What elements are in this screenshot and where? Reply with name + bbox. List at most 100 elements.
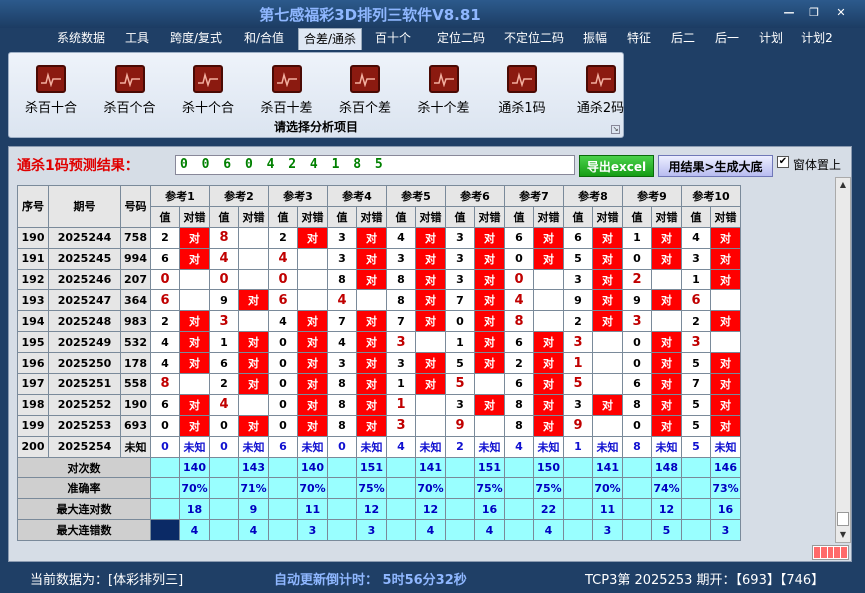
stat-value: 146 (710, 456, 741, 479)
stat-label: 对次数 (17, 456, 151, 479)
prediction-row[interactable]: 200 2025254 未知 0 未知 0 未知 6 未知 0 未知 4 未知 2 未知 4 未知 1 未知 8 未知 5… (17, 435, 741, 458)
ref-result-hit: 对 (356, 247, 387, 270)
maximize-button[interactable]: ❐ (805, 6, 823, 19)
ref-value: 1 (622, 226, 652, 249)
ref-result-hit: 对 (356, 352, 387, 375)
table-row[interactable]: 195 2025249 532 4 对 1 对 0 对 4 对 3 1 对 6 对 3 0 对 3 (17, 331, 741, 354)
table-row[interactable]: 194 2025248 983 2 对 3 4 对 7 对 7 对 0 对 8 2 对 3 2 对 (17, 310, 741, 333)
ref-result-hit: 对 (297, 331, 328, 354)
header-value: 值 (327, 205, 357, 228)
menu-item-5[interactable]: 合差/通杀 (298, 28, 362, 50)
ref-value: 5 (681, 414, 711, 437)
menu-item-9[interactable]: 振幅 (576, 28, 614, 50)
menu-bar: 系统数据 工具 跨度/复式 和/合值 合差/通杀 百十个 定位二码 不定位二码 振幅 特征 后二 后一… (0, 28, 865, 50)
menu-item-1[interactable]: 系统数据 (50, 28, 112, 50)
ref-result-hit: 对 (297, 226, 328, 249)
stat-value: 12 (356, 498, 387, 521)
menu-item-13[interactable]: 计划 (752, 28, 790, 50)
ref-result-hit: 对 (710, 373, 741, 395)
ref-result-hit: 对 (474, 247, 505, 270)
row-seq: 191 (17, 247, 49, 270)
ribbon-launcher-icon[interactable]: ↘ (611, 125, 620, 134)
ref-value: 8 (504, 310, 534, 333)
ribbon-button-2[interactable]: 杀百个合 (94, 65, 166, 121)
ref-value: 3 (445, 247, 475, 270)
scroll-thumb[interactable] (837, 512, 849, 526)
header-ref: 参考1 (150, 185, 210, 207)
menu-item-14[interactable]: 计划2 (796, 28, 838, 50)
stat-value: 16 (710, 498, 741, 521)
header-ref: 参考7 (504, 185, 564, 207)
ribbon-button-4[interactable]: 杀百十差 (251, 65, 323, 121)
vertical-scrollbar[interactable]: ▲ ▼ (835, 177, 851, 543)
row-seq: 200 (17, 435, 49, 458)
stat-spacer (327, 498, 357, 521)
stat-spacer (268, 477, 298, 500)
row-seq: 195 (17, 331, 49, 354)
menu-item-10[interactable]: 特征 (620, 28, 658, 50)
ref-result-hit: 对 (356, 226, 387, 249)
stat-value: 73% (710, 477, 741, 500)
ribbon-button-7[interactable]: 通杀1码 (486, 65, 558, 121)
minimize-button[interactable]: — (780, 6, 798, 19)
table-row[interactable]: 190 2025244 758 2 对 8 2 对 3 对 4 对 3 对 6 对 6 对 1 对 4 对 (17, 226, 741, 249)
ribbon-button-1[interactable]: 杀百十合 (15, 65, 87, 121)
table-row[interactable]: 197 2025251 558 8 2 对 0 对 8 对 1 对 5 6 对 5 6 对 7 对 (17, 373, 741, 395)
ref-value: 8 (209, 226, 239, 249)
menu-item-6[interactable]: 百十个 (372, 28, 414, 50)
stat-row: 准确率 70% 71% 70% 75% 70% 75% 75% 70% 74% 73% (17, 477, 741, 500)
ref-result-hit: 对 (710, 247, 741, 270)
stat-spacer (150, 456, 180, 479)
ref-value: 0 (268, 352, 298, 375)
menu-item-7[interactable]: 定位二码 (429, 28, 493, 50)
table-row[interactable]: 192 2025246 207 0 0 0 8 对 8 对 3 对 0 3 对 2 1 对 (17, 268, 741, 291)
menu-item-11[interactable]: 后二 (664, 28, 702, 50)
row-seq: 194 (17, 310, 49, 333)
export-excel-button[interactable]: 导出excel (579, 155, 654, 177)
table-row[interactable]: 199 2025253 693 0 对 0 对 0 对 8 对 3 9 8 对 9 0 对 5 对 (17, 414, 741, 437)
close-button[interactable]: ✕ (832, 6, 850, 19)
ref-result-miss (238, 247, 269, 270)
status-latest-draw: TCP3第 2025253 期开：【693】【746】 (585, 573, 825, 588)
menu-item-4[interactable]: 和/合值 (236, 28, 292, 50)
ref-result-miss (710, 289, 741, 312)
stat-spacer (268, 519, 298, 542)
analysis-table: 序号 期号 号码 参考1 参考2 参考3 参考4 参考5 参考6 参考7 参考8 参考9 参考10 值对错… (17, 185, 741, 542)
stat-spacer (622, 519, 652, 542)
app-title: 第七感福彩3D排列三软件V8.81 (259, 6, 481, 24)
ref-result-hit: 对 (415, 247, 446, 270)
ref-result-miss (533, 268, 564, 291)
chart-icon (36, 65, 66, 93)
ref-result-hit: 对 (297, 352, 328, 375)
ref-result-hit: 对 (592, 226, 623, 249)
scroll-down-icon[interactable]: ▼ (836, 528, 850, 542)
ref-value: 8 (327, 393, 357, 416)
table-row[interactable]: 191 2025245 994 6 对 4 4 3 对 3 对 3 对 0 对 5 对 0 对 3 对 (17, 247, 741, 270)
scroll-up-icon[interactable]: ▲ (836, 178, 850, 192)
header-ref: 参考8 (563, 185, 623, 207)
menu-item-8[interactable]: 不定位二码 (497, 28, 571, 50)
stat-value: 150 (533, 456, 564, 479)
stat-value: 70% (415, 477, 446, 500)
ribbon-button-5[interactable]: 杀百个差 (329, 65, 401, 121)
menu-item-2[interactable]: 工具 (118, 28, 156, 50)
ribbon-button-3[interactable]: 杀十个合 (172, 65, 244, 121)
menu-item-3[interactable]: 跨度/复式 (162, 28, 230, 50)
table-row[interactable]: 193 2025247 364 6 9 对 6 4 8 对 7 对 4 9 对 9 对 6 (17, 289, 741, 312)
result-field[interactable]: 0 0 6 0 4 2 4 1 8 5 (175, 155, 575, 175)
generate-base-button[interactable]: 用结果>生成大底 (658, 155, 773, 177)
table-row[interactable]: 196 2025250 178 4 对 6 对 0 对 3 对 3 对 5 对 2 对 1 0 对 5 对 (17, 352, 741, 375)
ref-result-hit: 对 (179, 226, 210, 249)
header-value: 值 (445, 205, 475, 228)
ref-result-miss (710, 331, 741, 354)
menu-item-12[interactable]: 后一 (708, 28, 746, 50)
ribbon-button-6[interactable]: 杀十个差 (408, 65, 480, 121)
ref-result-hit: 对 (474, 268, 505, 291)
stat-spacer (504, 519, 534, 542)
ref-result-hit: 对 (474, 331, 505, 354)
predict-result: 未知 (415, 435, 446, 458)
table-row[interactable]: 198 2025252 190 6 对 4 0 对 8 对 1 3 对 8 对 3 对 8 对 5 对 (17, 393, 741, 416)
header-result: 对错 (179, 205, 210, 228)
ribbon-button-8[interactable]: 通杀2码 (565, 65, 637, 121)
topmost-checkbox[interactable]: ✔ (777, 156, 789, 168)
